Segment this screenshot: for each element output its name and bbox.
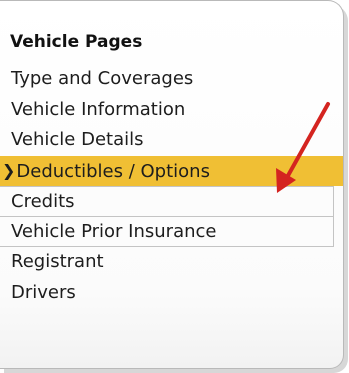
- vehicle-pages-panel: Vehicle Pages Type and Coverages Vehicle…: [0, 0, 344, 369]
- nav-item-vehicle-prior-insurance[interactable]: Vehicle Prior Insurance: [0, 216, 334, 247]
- nav-item-credits[interactable]: Credits: [0, 186, 334, 217]
- nav-item-registrant[interactable]: Registrant: [0, 247, 343, 278]
- nav-item-deductibles-options[interactable]: ❯Deductibles / Options: [0, 155, 343, 186]
- panel-title: Vehicle Pages: [10, 32, 143, 52]
- nav-item-drivers[interactable]: Drivers: [0, 278, 343, 309]
- nav-item-label: Credits: [11, 191, 75, 212]
- chevron-right-icon: ❯: [2, 160, 16, 180]
- nav-item-label: Deductibles / Options: [16, 160, 210, 182]
- nav-item-vehicle-information[interactable]: Vehicle Information: [0, 95, 343, 126]
- vehicle-pages-nav: Type and Coverages Vehicle Information V…: [0, 64, 343, 308]
- nav-item-label: Registrant: [11, 251, 104, 272]
- nav-item-label: Vehicle Details: [11, 129, 144, 150]
- nav-item-label: Drivers: [11, 281, 76, 303]
- nav-item-label: Type and Coverages: [11, 68, 194, 89]
- nav-item-label: Vehicle Prior Insurance: [11, 220, 217, 242]
- nav-item-type-and-coverages[interactable]: Type and Coverages: [0, 64, 343, 95]
- nav-item-vehicle-details[interactable]: Vehicle Details: [0, 125, 343, 156]
- nav-item-label: Vehicle Information: [11, 98, 186, 120]
